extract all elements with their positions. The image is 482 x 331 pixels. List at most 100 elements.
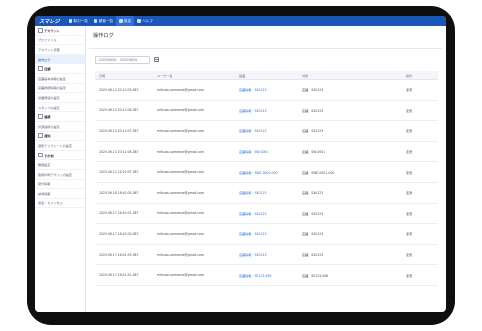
nav-item-label: 設定	[124, 18, 132, 23]
cell-screen-link[interactable]: 店舗情報・SX0123	[239, 190, 302, 195]
nav-icon	[68, 19, 72, 23]
nav-item-0[interactable]: 取引一覧	[66, 16, 91, 26]
sidebar-item-label: 退会・キャンセル	[38, 201, 63, 206]
nav-item-2[interactable]: 設定	[116, 16, 135, 26]
sidebar-item-label: 機能設定	[38, 163, 51, 168]
cell-screen-link[interactable]: 店舗情報・SX0123	[239, 108, 302, 113]
cell-action: 変更	[406, 108, 413, 113]
cell-action: 変更	[406, 191, 413, 196]
sidebar-item-label: 外部連携の設定	[38, 124, 60, 129]
sidebar-item[interactable]: 店舗基本情報の設定	[35, 74, 85, 84]
table-row[interactable]: 2020.06.13 20:12:09.387 mitsuou.someone@g…	[95, 80, 438, 101]
sidebar-group-heading: アカウント	[35, 26, 85, 36]
sidebar-item-label: スタッフの設定	[38, 105, 60, 110]
sidebar-item-label: プロファイル	[38, 38, 57, 43]
nav-item-3[interactable]: ヘルプ	[134, 16, 156, 26]
table-row[interactable]: 2020.06.13 20:12:08.387 mitsuou.someone@g…	[95, 101, 438, 122]
sidebar-item[interactable]: 営業時間の設定	[35, 93, 85, 103]
cell-screen-link[interactable]: 店舗情報・SE123-456	[239, 273, 302, 278]
cell-screen-link[interactable]: 店舗情報・SWE-0001-000	[239, 170, 302, 175]
cell-target: 店舗：SX0123	[302, 129, 324, 134]
section-icon	[38, 133, 43, 139]
cell-target: 店舗：SX0123	[302, 253, 324, 258]
cell-screen-link[interactable]: 店舗情報・SX0123	[239, 87, 302, 92]
sidebar-group-heading: 通知	[35, 132, 85, 142]
sidebar-item[interactable]: スタッフの設定	[35, 103, 85, 113]
section-icon	[38, 66, 43, 72]
sidebar-item[interactable]: プロファイル	[35, 36, 85, 46]
header-datetime[interactable]: 日時	[95, 73, 157, 78]
sidebar-item-label: 請求情報	[38, 191, 51, 196]
main-content: 操作ログ 2020/06/01 - 2020/06/31 日時 ユーザー名 画面…	[89, 26, 442, 312]
cell-screen-link[interactable]: 店舗情報・SX0123	[239, 231, 302, 236]
cell-datetime: 2020.06.13 20:12:08.387	[99, 108, 139, 113]
table-row[interactable]: 2020.06.17 16:42:01.387 mitsuou.someone@g…	[95, 204, 438, 225]
cell-screen-link[interactable]: 店舗情報・SW-0001	[239, 149, 302, 154]
sidebar-item[interactable]: アカウント管理	[35, 45, 85, 55]
date-range-input[interactable]: 2020/06/01 - 2020/06/31	[95, 56, 150, 64]
cell-target: 店舗：SX0123	[302, 232, 324, 237]
nav-icon	[137, 19, 141, 23]
cell-target: 店舗：SW-0001	[302, 150, 326, 155]
sidebar-item-label: 受付情報	[38, 182, 51, 187]
nav-item-label: 取引一覧	[73, 18, 88, 23]
header-user[interactable]: ユーザー名	[157, 73, 239, 78]
sidebar-item-label: 通知	[44, 134, 51, 139]
nav-item-1[interactable]: 顧客一覧	[91, 16, 116, 26]
table-row[interactable]: 2020.06.17 16:41:55.387 mitsuou.someone@g…	[95, 245, 438, 266]
cell-action: 変更	[406, 150, 413, 155]
cell-user: mitsuou.someone@gmail.com	[157, 128, 204, 133]
cell-screen-link[interactable]: 店舗情報・SX0123	[239, 128, 302, 133]
sidebar-item[interactable]: 受付情報	[35, 180, 85, 190]
header-screen[interactable]: 画面	[239, 73, 302, 78]
cell-user: mitsuou.someone@gmail.com	[157, 211, 204, 216]
page-title: 操作ログ	[93, 33, 114, 39]
cell-user: mitsuou.someone@gmail.com	[157, 87, 204, 92]
sidebar-item[interactable]: 通知テンプレートの設定	[35, 141, 85, 151]
cell-screen-link[interactable]: 店舗情報・SX0123	[239, 252, 302, 257]
app-logo[interactable]: スマレジ	[39, 18, 60, 25]
cell-datetime: 2020.06.17 16:42:01.387	[99, 211, 139, 216]
sidebar-item[interactable]: 退会・キャンセル	[35, 199, 85, 209]
cell-datetime: 2020.06.17 16:41:52.387	[99, 273, 139, 278]
cell-datetime: 2020.06.18 16:42:05.387	[99, 190, 139, 195]
table-row[interactable]: 2020.06.12 14:22:07.387 mitsuou.someone@g…	[95, 162, 438, 183]
sidebar-item-label: 簡易印刷デザインの設定	[38, 172, 73, 177]
cell-user: mitsuou.someone@gmail.com	[157, 170, 204, 175]
cell-screen-link[interactable]: 店舗情報・SX0123	[239, 211, 302, 216]
table-row[interactable]: 2020.06.13 20:12:07.387 mitsuou.someone@g…	[95, 121, 438, 142]
cell-user: mitsuou.someone@gmail.com	[157, 252, 204, 257]
section-icon	[38, 114, 43, 120]
cell-user: mitsuou.someone@gmail.com	[157, 149, 204, 154]
table-row[interactable]: 2020.06.17 16:42:00.387 mitsuou.someone@g…	[95, 224, 438, 245]
cell-user: mitsuou.someone@gmail.com	[157, 273, 204, 278]
cell-target: 店舗：SX0123	[302, 108, 324, 113]
calendar-icon[interactable]	[154, 57, 159, 62]
header-target[interactable]: 対象	[302, 73, 406, 78]
cell-target: 店舗：SWE-0001-000	[302, 170, 335, 175]
section-icon	[38, 152, 43, 158]
sidebar-item[interactable]: 操作ログ	[35, 54, 85, 65]
sidebar-item[interactable]: 機能設定	[35, 160, 85, 170]
cell-user: mitsuou.someone@gmail.com	[157, 190, 204, 195]
sidebar-item[interactable]: 外部連携の設定	[35, 122, 85, 132]
sidebar: アカウント プロファイル アカウント管理 操作ログ 店舗 店舗基本情報の設定 店舗詳細情報の…	[35, 26, 86, 312]
sidebar-item[interactable]: 簡易印刷デザインの設定	[35, 170, 85, 180]
header-action[interactable]: 操作	[406, 73, 436, 78]
cell-target: 店舗：SX0123	[302, 211, 324, 216]
operation-log-table: 日時 ユーザー名 画面 対象 操作 2020.06.13 20:12:09.38…	[95, 71, 438, 286]
sidebar-item[interactable]: 店舗詳細情報の設定	[35, 84, 85, 94]
table-row[interactable]: 2020.06.18 16:42:05.387 mitsuou.someone@g…	[95, 183, 438, 204]
sidebar-item-label: 連携	[44, 115, 51, 120]
cell-user: mitsuou.someone@gmail.com	[157, 231, 204, 236]
table-row[interactable]: 2020.06.13 20:12:06.387 mitsuou.someone@g…	[95, 142, 438, 163]
nav-icon	[119, 19, 123, 23]
table-row[interactable]: 2020.06.17 16:41:52.387 mitsuou.someone@g…	[95, 265, 438, 286]
sidebar-item-label: 店舗詳細情報の設定	[38, 86, 66, 91]
sidebar-item[interactable]: 請求情報	[35, 189, 85, 199]
cell-datetime: 2020.06.13 20:12:07.387	[99, 128, 139, 133]
cell-action: 変更	[406, 129, 413, 134]
cell-action: 変更	[406, 211, 413, 216]
cell-datetime: 2020.06.17 16:41:55.387	[99, 252, 139, 257]
cell-action: 変更	[406, 170, 413, 175]
